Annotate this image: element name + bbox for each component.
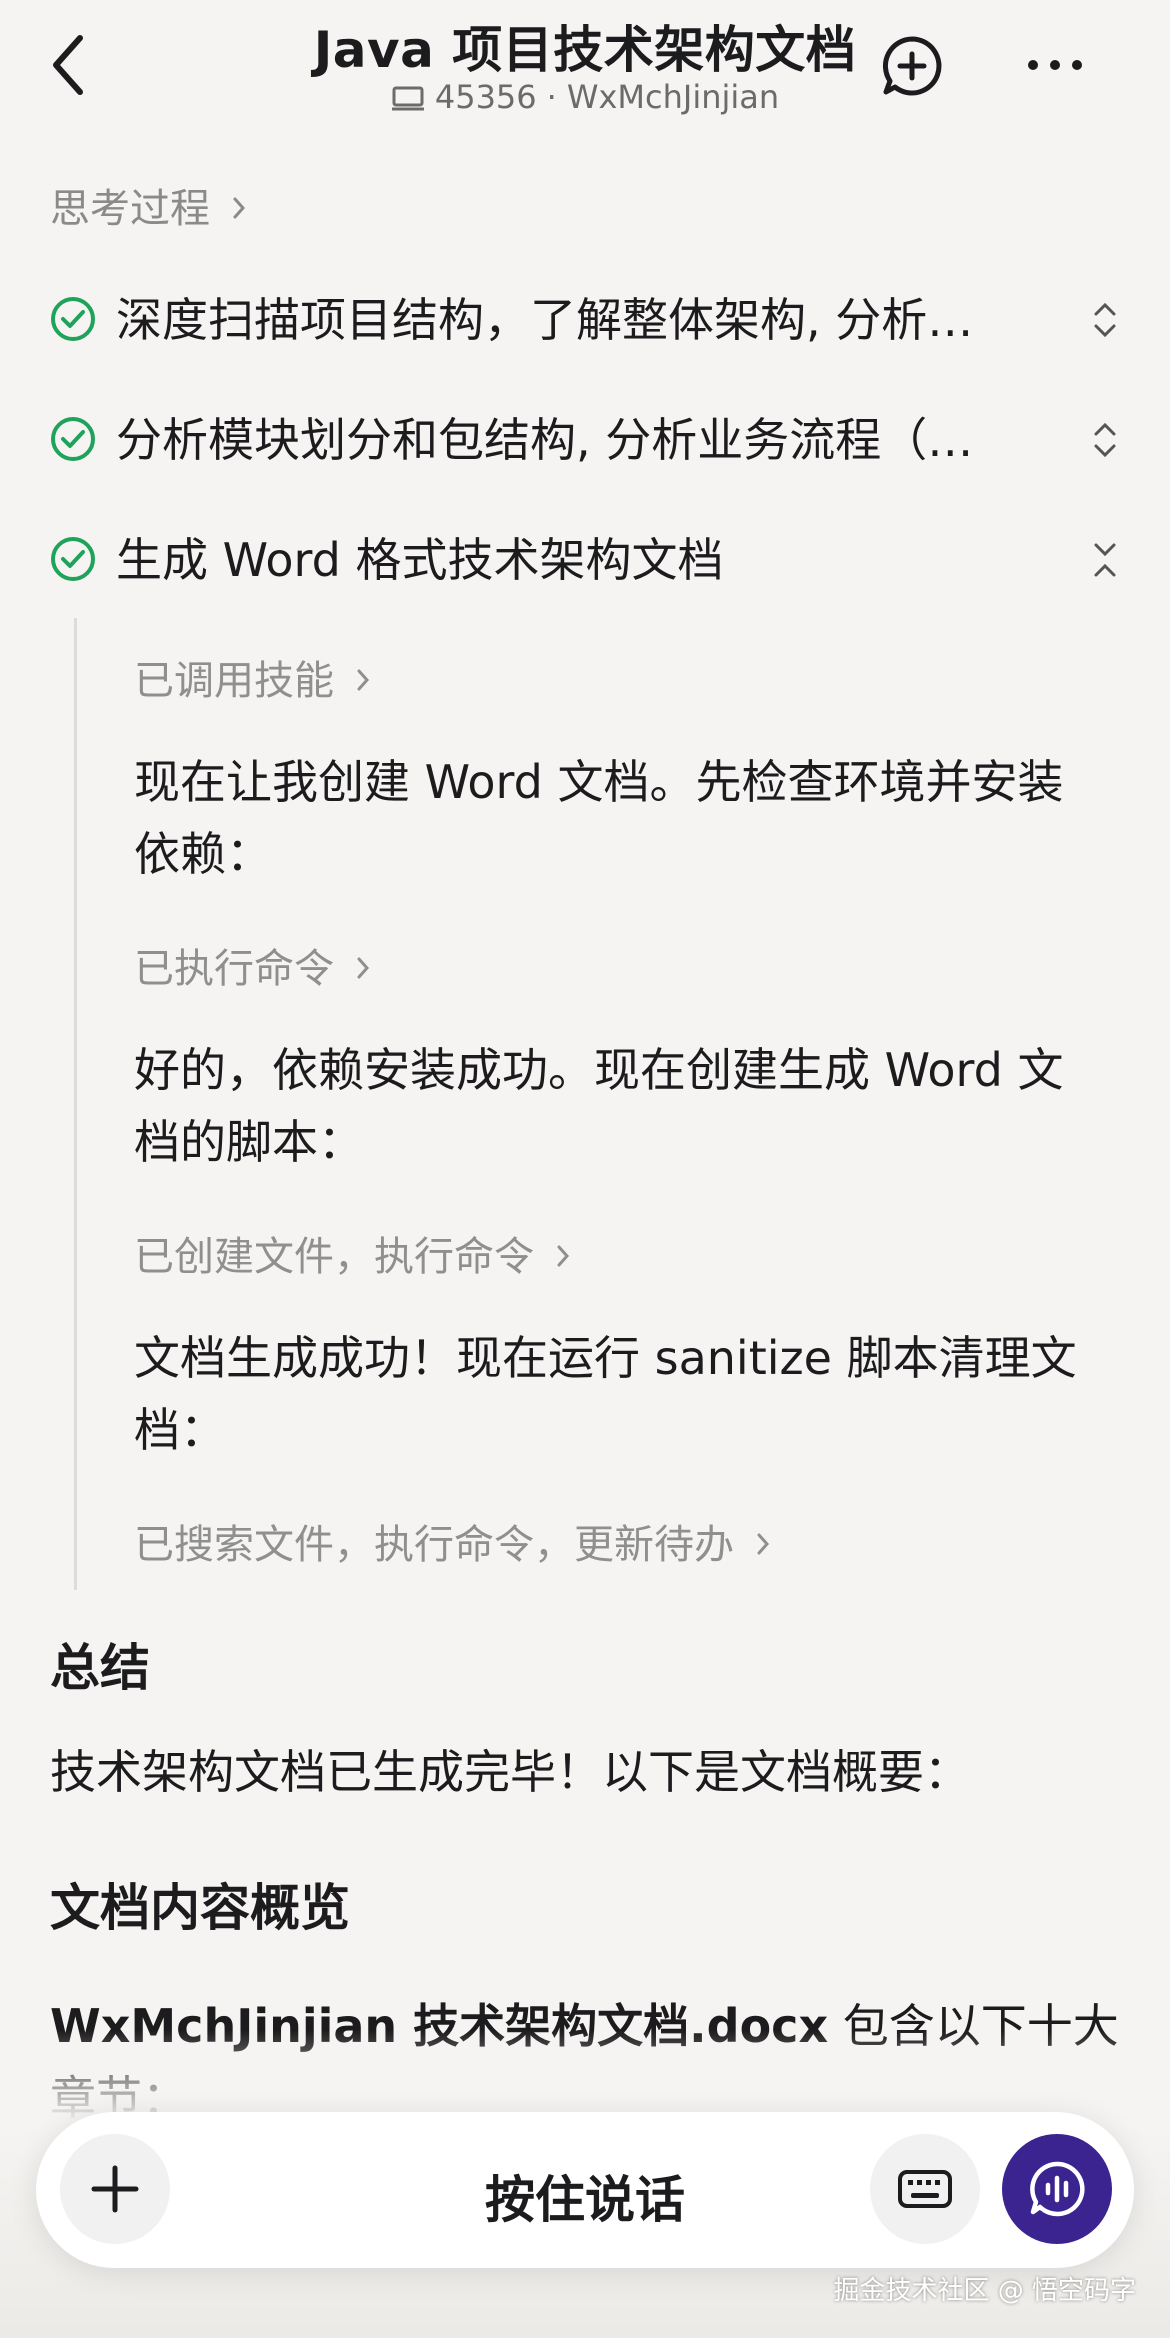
- chevron-right-icon: [233, 197, 246, 219]
- watermark: 掘金技术社区 @ 悟空码字: [833, 2276, 1136, 2306]
- chevron-right-icon: [357, 957, 370, 979]
- voice-chat-button[interactable]: [1002, 2134, 1112, 2244]
- step-label: 分析模块划分和包结构, 分析业务流程（…: [116, 413, 974, 467]
- more-button[interactable]: [1025, 50, 1085, 80]
- step-label: 深度扫描项目结构，了解整体架构, 分析…: [116, 293, 974, 347]
- chevron-right-icon: [757, 1533, 770, 1555]
- step-item-2[interactable]: 分析模块划分和包结构, 分析业务流程（…: [50, 410, 1120, 470]
- chevron-right-icon: [357, 669, 370, 691]
- page-title: Java 项目技术架构文档: [313, 21, 857, 79]
- project-name: WxMchJinjian: [566, 78, 780, 116]
- detail-meta-skill[interactable]: 已调用技能: [134, 648, 370, 706]
- overview-heading: 文档内容概览: [50, 1879, 350, 1937]
- check-circle-icon: [51, 537, 95, 581]
- expand-icon: [1094, 302, 1116, 338]
- expand-icon: [1094, 422, 1116, 458]
- detail-message: 文档生成成功！现在运行 sanitize 脚本清理文档：: [134, 1331, 1077, 1457]
- detail-meta-file[interactable]: 已创建文件，执行命令: [134, 1224, 570, 1282]
- session-subtitle: 45356 · WxMchJinjian: [0, 78, 1170, 116]
- detail-divider: [74, 618, 77, 1590]
- detail-message: 好的，依赖安装成功。现在创建生成 Word 文档的脚本：: [134, 1043, 1064, 1169]
- step-item-3[interactable]: 生成 Word 格式技术架构文档: [50, 530, 1120, 590]
- chevron-right-icon: [557, 1245, 570, 1267]
- new-chat-button[interactable]: [880, 34, 944, 98]
- collapse-icon: [1094, 543, 1116, 577]
- step-item-1[interactable]: 深度扫描项目结构，了解整体架构, 分析…: [50, 290, 1120, 350]
- check-circle-icon: [51, 417, 95, 461]
- detail-meta-search[interactable]: 已搜索文件，执行命令，更新待办: [134, 1512, 770, 1570]
- monitor-icon: [391, 86, 424, 111]
- session-id: 45356: [434, 78, 537, 116]
- keyboard-button[interactable]: [870, 2134, 980, 2244]
- thinking-process-toggle[interactable]: 思考过程: [50, 176, 246, 234]
- step-label: 生成 Word 格式技术架构文档: [116, 533, 724, 587]
- detail-message: 现在让我创建 Word 文档。先检查环境并安装依赖：: [134, 755, 1064, 881]
- keyboard-icon: [898, 2170, 952, 2208]
- summary-text: 技术架构文档已生成完毕！以下是文档概要：: [50, 1745, 970, 1799]
- voice-wave-icon: [1030, 2161, 1085, 2217]
- more-dots-icon: [1028, 60, 1082, 70]
- hold-to-talk-button[interactable]: 按住说话: [0, 2160, 1170, 2232]
- detail-meta-command[interactable]: 已执行命令: [134, 936, 370, 994]
- check-circle-icon: [51, 297, 95, 341]
- summary-heading: 总结: [50, 1639, 150, 1697]
- chat-plus-icon: [882, 36, 942, 96]
